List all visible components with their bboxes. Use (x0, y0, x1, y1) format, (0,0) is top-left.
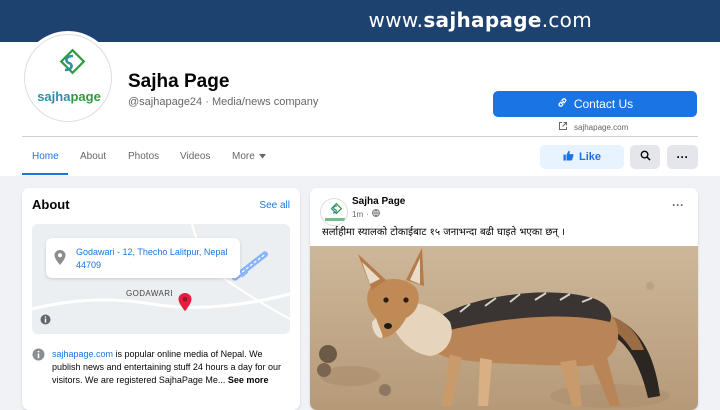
address-box[interactable]: Godawari - 12, Thecho Lalitpur, Nepal 44… (46, 238, 240, 278)
info-icon (32, 348, 45, 366)
like-label: Like (578, 151, 601, 163)
post-time[interactable]: 1m (352, 210, 363, 219)
more-options-icon: ··· (676, 150, 689, 164)
about-heading: About (32, 197, 70, 212)
more-options-button[interactable]: ··· (667, 145, 698, 169)
see-all-link[interactable]: See all (259, 200, 290, 211)
active-tab-indicator (22, 173, 68, 175)
tab-about[interactable]: About (80, 151, 106, 162)
website-link[interactable]: sajhapage.com (558, 121, 628, 133)
tab-more[interactable]: More (232, 151, 266, 162)
meta-separator: · (366, 209, 369, 219)
tab-more-label: More (232, 151, 255, 162)
post-meta: 1m · (352, 209, 380, 219)
globe-icon (371, 209, 380, 219)
jackal-photo (310, 246, 698, 410)
about-card: About See all Godawari - 12, Thecho Lali… (22, 188, 300, 410)
map-info-icon[interactable] (40, 312, 51, 330)
caret-down-icon (258, 151, 266, 162)
thumbs-up-icon (563, 150, 574, 164)
post-author-avatar[interactable] (320, 198, 348, 226)
sajha-logo-icon: sajhapage (37, 48, 101, 104)
tabs-divider (22, 136, 698, 137)
external-link-icon (558, 121, 568, 133)
website-label: sajhapage.com (574, 122, 629, 132)
about-description: sajhapage.com is popular online media of… (52, 348, 290, 387)
sajha-logo-icon (325, 202, 345, 221)
page-title: Sajha Page (128, 71, 230, 92)
post-image[interactable] (310, 246, 698, 410)
map-marker-icon (178, 293, 192, 316)
tab-photos[interactable]: Photos (128, 151, 159, 162)
contact-us-button[interactable]: Contact Us (493, 91, 697, 117)
post-text: सर्लाहीमा स्यालको टोकाईबाट १५ जनाभन्दा ब… (322, 227, 565, 238)
like-button[interactable]: Like (540, 145, 624, 169)
tab-videos[interactable]: Videos (180, 151, 210, 162)
post-author-name[interactable]: Sajha Page (352, 196, 405, 207)
about-website-link[interactable]: sajhapage.com (52, 349, 113, 359)
address-text: Godawari - 12, Thecho Lalitpur, Nepal 44… (76, 247, 228, 270)
location-pin-icon (54, 250, 66, 270)
link-icon (557, 97, 568, 111)
page-search-button[interactable] (630, 145, 660, 169)
cover-url-text: www.sajhapage.com (368, 8, 592, 32)
map-place-label: GODAWARI (126, 289, 174, 298)
svg-text:sajhapage: sajhapage (37, 89, 101, 104)
location-map[interactable]: Godawari - 12, Thecho Lalitpur, Nepal 44… (32, 224, 290, 334)
contact-us-label: Contact Us (573, 97, 634, 111)
post-card: Sajha Page 1m · ··· सर्लाहीमा स्यालको टो… (310, 188, 698, 410)
page-handle: @sajhapage24 · Media/news company (128, 96, 319, 108)
page-avatar[interactable]: sajhapage (24, 34, 112, 122)
see-more-link[interactable]: See more (228, 375, 269, 385)
post-options-icon[interactable]: ··· (672, 198, 684, 212)
search-icon (640, 148, 651, 166)
tab-home[interactable]: Home (32, 151, 59, 162)
